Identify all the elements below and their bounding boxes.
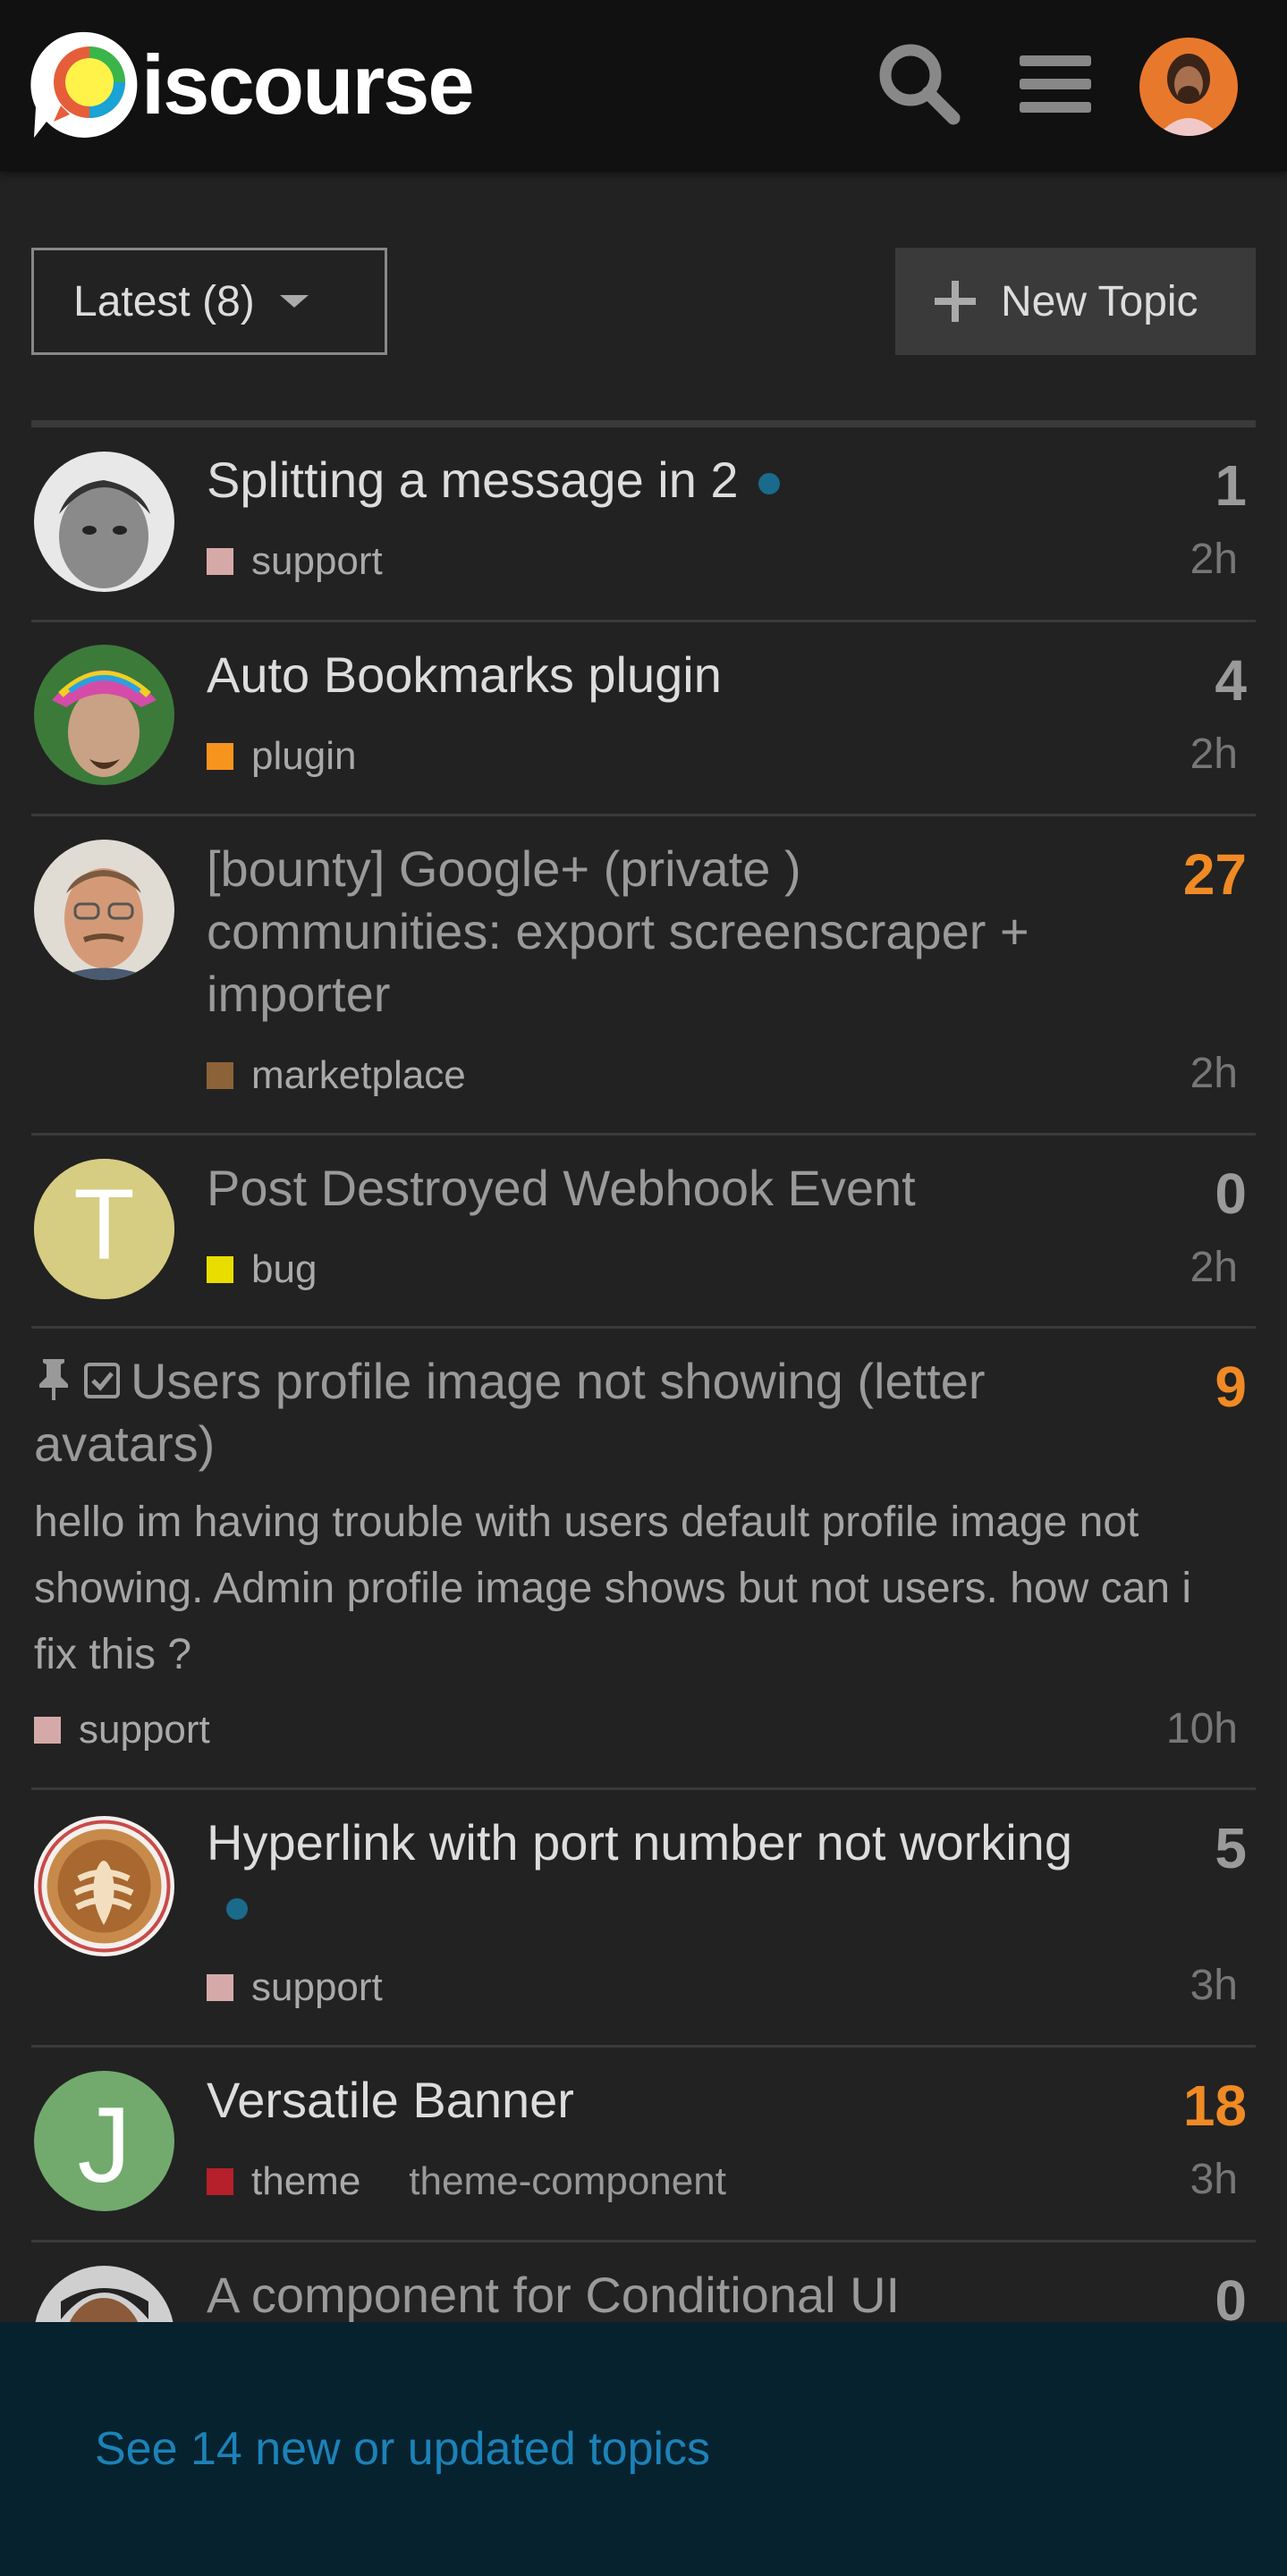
topic-title-text: Post Destroyed Webhook Event <box>207 1160 916 1216</box>
category-color-icon <box>34 1717 61 1744</box>
latest-filter-dropdown[interactable]: Latest (8) <box>31 248 387 355</box>
user-avatar-icon <box>34 452 174 592</box>
topic-row[interactable]: J Versatile Banner theme theme-component… <box>31 2048 1256 2242</box>
latest-filter-label: Latest (8) <box>73 277 255 325</box>
activity-age[interactable]: 2h <box>1190 730 1238 779</box>
category-badge[interactable]: plugin <box>207 734 356 779</box>
topic-title[interactable]: Post Destroyed Webhook Event <box>207 1157 1101 1220</box>
topic-title[interactable]: Splitting a message in 2 <box>207 449 1101 511</box>
letter-avatar-icon: T <box>34 1159 174 1299</box>
caret-down-icon <box>279 295 309 308</box>
topic-title-text: Users profile image not showing (letter … <box>34 1353 986 1472</box>
poster-avatar[interactable]: J <box>34 2071 174 2211</box>
topic-title-text: [bounty] Google+ (private ) communities:… <box>207 840 1029 1022</box>
topic-title-text: Versatile Banner <box>207 2072 574 2128</box>
post-count[interactable]: 1 <box>1215 452 1247 519</box>
category-name: theme <box>251 2159 361 2203</box>
activity-age[interactable]: 10h <box>1166 1704 1238 1753</box>
poster-avatar[interactable] <box>34 645 174 785</box>
category-color-icon <box>207 1256 233 1283</box>
category-badge[interactable]: marketplace <box>207 1053 466 1098</box>
pin-icon <box>39 1359 68 1400</box>
logo-wordmark: iscourse <box>141 38 475 131</box>
discourse-tag[interactable]: theme-component <box>409 2159 726 2204</box>
category-color-icon <box>207 548 233 575</box>
site-header: iscourse <box>0 0 1287 172</box>
topic-title[interactable]: Auto Bookmarks plugin <box>207 644 1101 706</box>
topic-row[interactable]: Splitting a message in 2 support 1 2h <box>31 427 1256 622</box>
solved-checkbox-icon <box>84 1363 120 1398</box>
user-avatar-icon <box>34 645 174 785</box>
user-avatar-icon <box>34 840 174 980</box>
activity-age[interactable]: 2h <box>1190 535 1238 584</box>
post-count[interactable]: 9 <box>1215 1354 1247 1420</box>
topic-title[interactable]: [bounty] Google+ (private ) communities:… <box>207 838 1101 1026</box>
activity-age[interactable]: 2h <box>1190 1049 1238 1098</box>
category-name: bug <box>251 1247 318 1291</box>
category-color-icon <box>207 1974 233 2001</box>
topic-title[interactable]: Versatile Banner <box>207 2069 1101 2132</box>
poster-avatar[interactable] <box>34 452 174 592</box>
poster-avatar[interactable] <box>34 1816 174 1956</box>
topic-excerpt[interactable]: hello im having trouble with users defau… <box>34 1490 1232 1688</box>
avatar-letter: J <box>78 2085 131 2205</box>
topic-title[interactable]: Users profile image not showing (letter … <box>34 1350 1063 1475</box>
post-count[interactable]: 0 <box>1215 1161 1247 1227</box>
category-name: marketplace <box>251 1053 466 1097</box>
poster-avatar[interactable] <box>34 840 174 980</box>
topic-row[interactable]: Auto Bookmarks plugin plugin 4 2h <box>31 622 1256 816</box>
post-count[interactable]: 4 <box>1215 647 1247 714</box>
topic-row[interactable]: Users profile image not showing (letter … <box>31 1329 1256 1790</box>
app-root: iscourse Latest (8) New Topic Splitting … <box>0 0 1287 2576</box>
topic-row[interactable]: T Post Destroyed Webhook Event bug 0 2h <box>31 1136 1256 1329</box>
discourse-logo-icon <box>30 31 138 138</box>
topic-title-text: Hyperlink with port number not working <box>207 1814 1072 1871</box>
category-badge[interactable]: support <box>34 1708 210 1753</box>
topic-list-top-border <box>31 420 1256 427</box>
topic-title[interactable]: Hyperlink with port number not working <box>207 1812 1101 1937</box>
new-topics-banner[interactable]: See 14 new or updated topics <box>0 2322 1287 2576</box>
post-count[interactable]: 27 <box>1183 841 1247 908</box>
category-color-icon <box>207 743 233 770</box>
discourse-logo[interactable]: iscourse <box>30 27 475 143</box>
unread-dot-icon <box>226 1898 248 1921</box>
post-count[interactable]: 5 <box>1215 1815 1247 1881</box>
topic-row[interactable]: [bounty] Google+ (private ) communities:… <box>31 816 1256 1136</box>
topic-title-text: Splitting a message in 2 <box>207 452 739 508</box>
current-user-avatar[interactable] <box>1139 38 1238 136</box>
topic-title-text: Auto Bookmarks plugin <box>207 646 722 703</box>
category-badge[interactable]: support <box>207 539 383 584</box>
category-name: plugin <box>251 734 357 778</box>
category-name: support <box>251 1965 383 2009</box>
category-color-icon <box>207 2168 233 2195</box>
category-name: support <box>251 539 383 583</box>
topic-row[interactable]: Hyperlink with port number not working s… <box>31 1790 1256 2048</box>
hamburger-menu-icon[interactable] <box>1011 39 1100 129</box>
new-topic-button[interactable]: New Topic <box>895 248 1256 355</box>
activity-age[interactable]: 3h <box>1190 1961 1238 2010</box>
user-avatar-icon <box>1139 38 1238 136</box>
category-badge[interactable]: support <box>207 1965 383 2010</box>
activity-age[interactable]: 2h <box>1190 1243 1238 1292</box>
topic-title-text: A component for Conditional UI <box>207 2267 901 2323</box>
category-color-icon <box>207 1062 233 1089</box>
activity-age[interactable]: 3h <box>1190 2155 1238 2204</box>
category-badge[interactable]: theme theme-component <box>207 2159 726 2204</box>
unread-dot-icon <box>758 473 780 495</box>
category-badge[interactable]: bug <box>207 1247 317 1292</box>
search-icon[interactable] <box>875 39 964 129</box>
category-name: support <box>79 1708 210 1752</box>
letter-avatar-icon: J <box>34 2071 174 2211</box>
poster-avatar[interactable]: T <box>34 1159 174 1299</box>
latte-art-avatar-icon <box>34 1816 174 1956</box>
new-topics-link[interactable]: See 14 new or updated topics <box>95 2422 710 2476</box>
new-topic-label: New Topic <box>1001 277 1198 325</box>
post-count[interactable]: 18 <box>1183 2073 1247 2139</box>
plus-icon <box>935 281 976 322</box>
avatar-letter: T <box>73 1169 134 1280</box>
topic-title[interactable]: A component for Conditional UI <box>207 2264 1101 2327</box>
